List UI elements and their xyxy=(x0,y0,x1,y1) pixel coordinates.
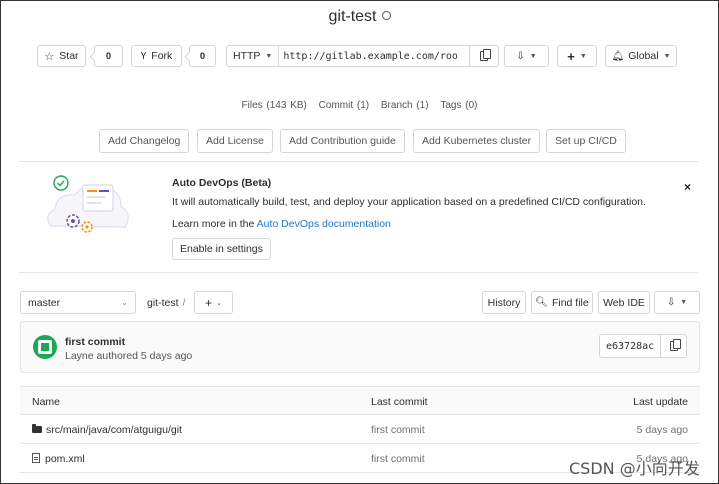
file-table-header: Name Last commit Last update xyxy=(20,386,700,415)
copy-sha-button[interactable] xyxy=(661,334,688,358)
enable-in-settings-button[interactable]: Enable in settings xyxy=(172,238,271,260)
updated-time: 5 days ago xyxy=(636,424,688,436)
copy-url-button[interactable] xyxy=(469,45,500,67)
column-last-update: Last update xyxy=(633,396,688,408)
file-icon xyxy=(32,453,40,463)
chevron-down-icon: ⌄ xyxy=(121,298,128,307)
history-button[interactable]: History xyxy=(482,291,526,314)
branch-selector[interactable]: master ⌄ xyxy=(20,291,136,314)
commit-message-link[interactable]: first commit xyxy=(371,424,425,436)
project-title: git-test xyxy=(1,8,718,26)
breadcrumb: git-test / xyxy=(147,297,185,309)
star-button[interactable]: ☆ Star xyxy=(37,45,86,67)
last-commit-panel: first commit Layne authored 5 days ago e… xyxy=(20,321,700,373)
file-name-link[interactable]: pom.xml xyxy=(45,453,85,465)
new-item-dropdown[interactable]: + ▼ xyxy=(557,45,597,67)
commit-meta: Layne authored 5 days ago xyxy=(65,350,193,362)
commit-link[interactable]: Commit (1) xyxy=(319,100,369,111)
fork-button[interactable]: Ү Fork xyxy=(131,45,182,67)
chevron-down-icon: ▼ xyxy=(680,299,688,306)
repo-stats: Files (143 KB) Commit (1) Branch (1) Tag… xyxy=(1,100,718,111)
branch-link[interactable]: Branch (1) xyxy=(381,100,429,111)
divider xyxy=(19,161,699,162)
clipboard-icon xyxy=(480,49,492,61)
clone-url-group: HTTP ▼ http://gitlab.example.com/roo xyxy=(226,45,500,67)
download-icon: ⇩ xyxy=(666,297,676,308)
auto-devops-learn-more: Learn more in the Auto DevOps documentat… xyxy=(172,218,391,230)
breadcrumb-separator: / xyxy=(182,297,186,309)
clone-download-dropdown[interactable]: ⇩ ▼ xyxy=(654,291,700,314)
csdn-watermark: CSDN @小向开发 xyxy=(569,459,700,478)
files-link[interactable]: Files (143 KB) xyxy=(242,100,307,111)
plus-icon: + xyxy=(205,295,213,310)
download-dropdown[interactable]: ⇩ ▼ xyxy=(504,45,549,67)
column-name: Name xyxy=(32,396,61,408)
add-contribution-guide-button[interactable]: Add Contribution guide xyxy=(280,129,405,153)
auto-devops-title: Auto DevOps (Beta) xyxy=(172,177,272,189)
plus-icon: + xyxy=(567,48,575,64)
star-count[interactable]: 0 xyxy=(94,45,123,67)
add-changelog-button[interactable]: Add Changelog xyxy=(99,129,190,153)
fork-icon: Ү xyxy=(140,50,147,62)
add-license-button[interactable]: Add License xyxy=(197,129,273,153)
chevron-down-icon: ▼ xyxy=(265,52,273,60)
protocol-dropdown[interactable]: HTTP ▼ xyxy=(226,45,280,67)
divider xyxy=(19,272,699,273)
find-file-button[interactable]: 🔍︎ Find file xyxy=(531,291,593,314)
clone-url-input[interactable]: http://gitlab.example.com/roo xyxy=(279,45,470,67)
download-icon: ⇩ xyxy=(516,50,525,62)
file-name-link[interactable]: src/main/java/com/atguigu/git xyxy=(46,424,182,436)
auto-devops-illustration xyxy=(47,175,129,233)
clipboard-icon xyxy=(669,339,681,351)
auto-devops-doc-link[interactable]: Auto DevOps documentation xyxy=(257,218,391,230)
tags-link[interactable]: Tags (0) xyxy=(440,100,477,111)
commit-message-link[interactable]: first commit xyxy=(371,453,425,465)
notification-dropdown[interactable]: 🔔︎ Global ▼ xyxy=(605,45,677,67)
bell-icon: 🔔︎ xyxy=(611,50,625,62)
column-last-commit: Last commit xyxy=(371,396,428,408)
project-page: git-test ☆ Star 0 Ү Fork 0 HTTP ▼ http://gi… xyxy=(0,0,719,484)
avatar[interactable] xyxy=(33,335,57,359)
search-icon: 🔍︎ xyxy=(535,297,548,308)
chevron-down-icon: ▼ xyxy=(529,52,537,60)
auto-devops-description: It will automatically build, test, and d… xyxy=(172,196,646,208)
fork-count[interactable]: 0 xyxy=(189,45,216,67)
add-kubernetes-cluster-button[interactable]: Add Kubernetes cluster xyxy=(413,129,541,153)
commit-sha[interactable]: e63728ac xyxy=(599,334,662,358)
breadcrumb-project[interactable]: git-test xyxy=(147,297,179,309)
chevron-down-icon: ▼ xyxy=(663,52,671,60)
add-to-tree-dropdown[interactable]: + ⌄ xyxy=(194,291,233,314)
commit-sha-group: e63728ac xyxy=(599,334,688,358)
commit-title[interactable]: first commit xyxy=(65,336,125,348)
web-ide-button[interactable]: Web IDE xyxy=(598,291,650,314)
chevron-down-icon: ⌄ xyxy=(216,299,222,307)
close-icon[interactable]: × xyxy=(684,180,691,194)
table-row[interactable]: src/main/java/com/atguigu/git first comm… xyxy=(20,415,700,444)
chevron-down-icon: ▼ xyxy=(579,52,587,60)
public-globe-icon xyxy=(381,11,391,20)
setup-cicd-button[interactable]: Set up CI/CD xyxy=(546,129,626,153)
folder-icon xyxy=(32,424,42,433)
star-icon: ☆ xyxy=(44,50,55,63)
